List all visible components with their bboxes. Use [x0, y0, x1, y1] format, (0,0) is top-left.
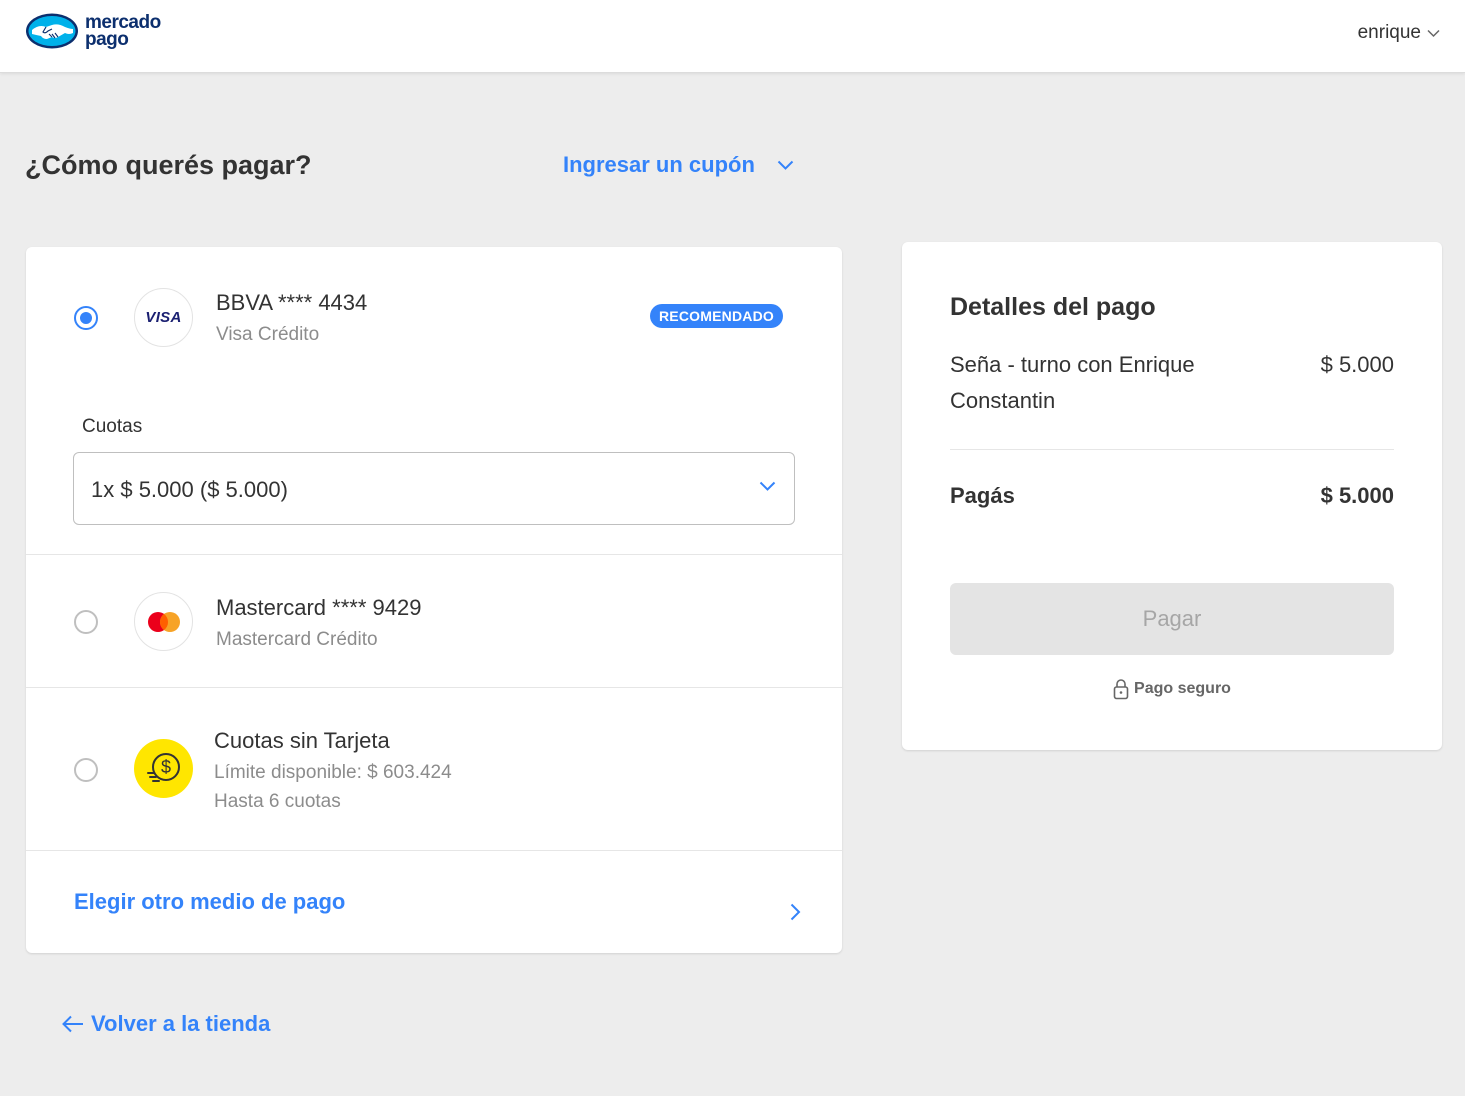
chevron-down-icon — [777, 160, 794, 170]
lock-icon — [1113, 679, 1129, 700]
page-title: ¿Cómo querés pagar? — [25, 150, 312, 180]
visa-logo-icon: VISA — [134, 288, 193, 347]
mastercard-circles-icon — [147, 611, 180, 632]
method-subtitle: Mastercard Crédito — [216, 629, 378, 650]
total-amount: $ 5.000 — [1320, 483, 1394, 508]
method-subtitle: Visa Crédito — [216, 324, 320, 345]
payment-details-title: Detalles del pago — [950, 293, 1156, 321]
coupon-toggle[interactable]: Ingresar un cupón — [563, 152, 794, 178]
cuotas-label: Cuotas — [82, 416, 143, 437]
secure-label: Pago seguro — [1134, 680, 1231, 697]
top-header: mercado pago enrique — [0, 0, 1465, 73]
arrow-left-icon — [62, 1015, 83, 1033]
method-subtitle: Límite disponible: $ 603.424 — [214, 762, 452, 783]
pay-button[interactable]: Pagar — [950, 583, 1394, 655]
radio-cuotas-sin-tarjeta[interactable] — [74, 758, 98, 782]
radio-mastercard[interactable] — [74, 610, 98, 634]
item-description: Seña - turno con Enrique Constantin — [950, 352, 1195, 413]
other-method-label: Elegir otro medio de pago — [74, 889, 346, 914]
visa-brand-text: VISA — [145, 309, 182, 326]
coupon-label: Ingresar un cupón — [563, 152, 755, 177]
method-title: BBVA **** 4434 — [216, 290, 368, 315]
chevron-down-icon — [1427, 29, 1440, 37]
payment-method-visa[interactable]: VISA BBVA **** 4434 Visa Crédito RECOMEN… — [26, 247, 842, 555]
chevron-right-icon — [790, 903, 801, 921]
mastercard-logo-icon — [134, 592, 193, 651]
recommended-badge: RECOMENDADO — [650, 304, 783, 328]
payment-method-mastercard[interactable]: Mastercard **** 9429 Mastercard Crédito — [26, 555, 842, 688]
payment-method-cuotas-sin-tarjeta[interactable]: $ Cuotas sin Tarjeta Límite disponible: … — [26, 688, 842, 851]
payment-details-card: Detalles del pago Seña - turno con Enriq… — [902, 242, 1442, 750]
mercado-pago-logo[interactable]: mercado pago — [25, 12, 161, 50]
back-to-store-link[interactable]: Volver a la tienda — [62, 1011, 270, 1037]
coin-dollar-glyph: $ — [146, 752, 180, 782]
total-label: Pagás — [950, 483, 1015, 508]
back-label: Volver a la tienda — [91, 1011, 271, 1036]
logo-wordmark: mercado pago — [85, 13, 161, 50]
chevron-down-icon — [759, 481, 776, 491]
secure-payment-note: Pago seguro — [902, 678, 1442, 700]
cuotas-selected-value: 1x $ 5.000 ($ 5.000) — [91, 477, 288, 502]
method-title: Mastercard **** 9429 — [216, 595, 422, 620]
user-name: enrique — [1357, 22, 1421, 43]
user-menu[interactable]: enrique — [1358, 22, 1440, 44]
logo-line-pago: pago — [85, 29, 129, 50]
payment-methods-card: VISA BBVA **** 4434 Visa Crédito RECOMEN… — [26, 247, 842, 953]
cuotas-select[interactable]: 1x $ 5.000 ($ 5.000) — [73, 452, 795, 525]
svg-text:$: $ — [160, 757, 170, 777]
handshake-logo-icon — [26, 13, 78, 49]
method-subtitle-installments: Hasta 6 cuotas — [214, 791, 341, 812]
item-amount: $ 5.000 — [1320, 352, 1394, 377]
divider — [950, 449, 1394, 450]
method-title: Cuotas sin Tarjeta — [214, 728, 390, 753]
choose-other-method-link[interactable]: Elegir otro medio de pago — [26, 851, 842, 953]
radio-visa[interactable] — [74, 306, 98, 330]
coin-dollar-icon: $ — [134, 739, 193, 798]
